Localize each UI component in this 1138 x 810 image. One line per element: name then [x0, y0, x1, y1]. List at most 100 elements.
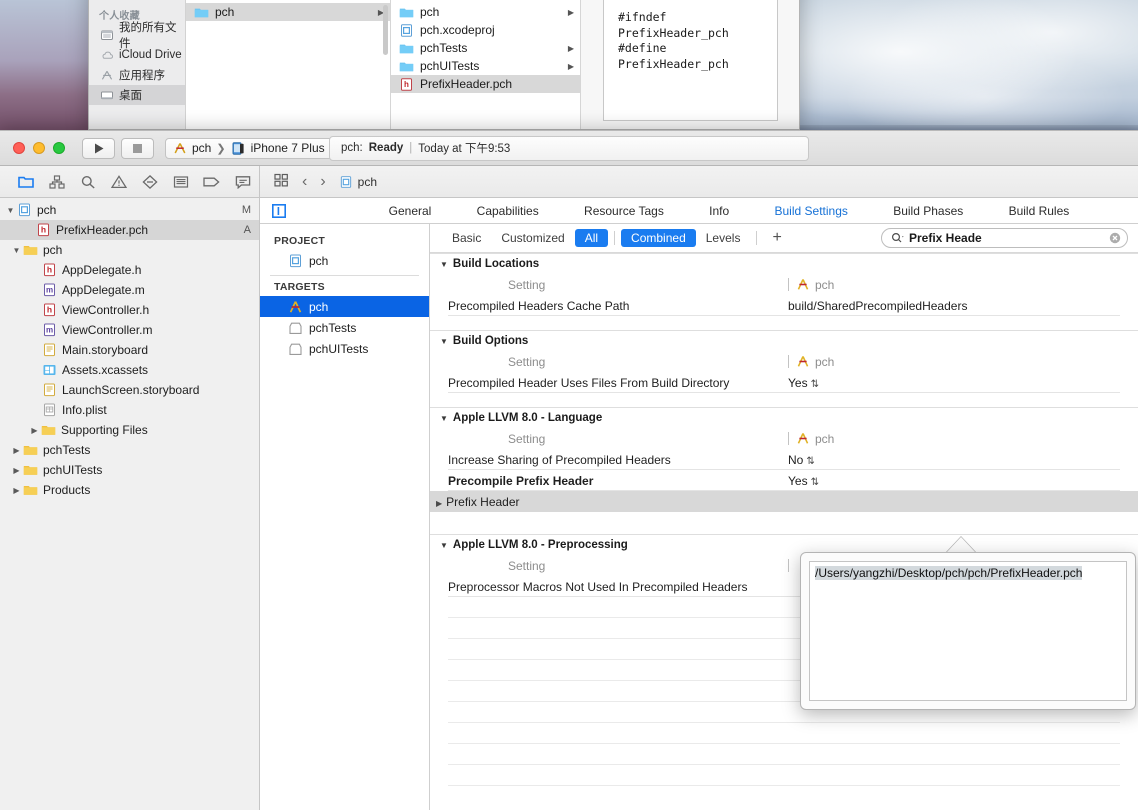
disclosure-right-icon[interactable]: ▶ — [10, 486, 23, 495]
navigator-row-pchuitests[interactable]: ▶ pchUITests — [0, 460, 259, 480]
tab-resource-tags[interactable]: Resource Tags — [582, 204, 666, 218]
tab-build-rules[interactable]: Build Rules — [1007, 204, 1072, 218]
setting-row-increase-sharing-of-precompiled-headers[interactable]: Increase Sharing of Precompiled Headers … — [430, 449, 1138, 470]
filter-combined-button[interactable]: Combined — [621, 229, 696, 247]
navigator-row-prefixheader[interactable]: h PrefixHeader.pch A — [0, 220, 259, 240]
settings-group-header-build-locations[interactable]: ▼ Build Locations — [430, 253, 1138, 274]
filter-basic-button[interactable]: Basic — [442, 229, 491, 247]
disclosure-down-icon[interactable]: ▼ — [440, 414, 448, 423]
target-item-pch[interactable]: pch — [260, 296, 429, 317]
navigator-row-info-plist[interactable]: Info.plist — [0, 400, 259, 420]
setting-value[interactable]: No⇅ — [785, 453, 1138, 467]
setting-name-text: Prefix Header — [446, 495, 519, 509]
navigator-row-pchtests[interactable]: ▶ pchTests — [0, 440, 259, 460]
zoom-button[interactable] — [53, 142, 65, 154]
add-setting-button[interactable]: + — [763, 230, 790, 246]
finder-column2-row[interactable]: pchTests ▶ — [391, 39, 580, 57]
navigator-row-viewcontroller-m[interactable]: m ViewController.m — [0, 320, 259, 340]
disclosure-right-icon[interactable]: ▶ — [436, 499, 442, 508]
tab-info[interactable]: Info — [707, 204, 731, 218]
tab-build-phases[interactable]: Build Phases — [891, 204, 965, 218]
finder-column2-row[interactable]: h PrefixHeader.pch — [391, 75, 580, 93]
filter-levels-button[interactable]: Levels — [696, 229, 751, 247]
back-button[interactable]: ‹ — [302, 173, 307, 191]
stepper-icon[interactable]: ⇅ — [806, 456, 814, 467]
navigator-row-assets-xcassets[interactable]: Assets.xcassets — [0, 360, 259, 380]
tab-general[interactable]: General — [387, 204, 434, 218]
disclosure-down-icon[interactable]: ▼ — [4, 206, 17, 215]
test-navigator-icon[interactable] — [134, 166, 165, 198]
tab-build-settings[interactable]: Build Settings — [773, 204, 850, 218]
stop-button[interactable] — [121, 138, 154, 159]
setting-value[interactable]: build/SharedPrecompiledHeaders — [785, 299, 1138, 313]
debug-navigator-icon[interactable] — [165, 166, 196, 198]
toggle-project-list-button[interactable] — [260, 204, 306, 218]
setting-row-precompiled-header-uses-files-from-build-directory[interactable]: Precompiled Header Uses Files From Build… — [430, 372, 1138, 393]
row-separator — [448, 392, 1120, 393]
report-navigator-icon[interactable] — [227, 166, 258, 198]
project-navigator-icon[interactable] — [10, 166, 41, 198]
navigator-row-appdelegate-m[interactable]: m AppDelegate.m — [0, 280, 259, 300]
navigator-row-main-storyboard[interactable]: Main.storyboard — [0, 340, 259, 360]
finder-item-label: pchUITests — [420, 59, 562, 73]
project-item-pch[interactable]: pch — [260, 250, 429, 271]
finder-column2-row[interactable]: pch.xcodeproj — [391, 21, 580, 39]
navigator-row-launchscreen-storyboard[interactable]: LaunchScreen.storyboard — [0, 380, 259, 400]
setting-row-prefix-header[interactable]: ▶ Prefix Header — [430, 491, 1138, 512]
finder-column1-scrollbar[interactable] — [383, 5, 388, 55]
breakpoint-navigator-icon[interactable] — [196, 166, 227, 198]
stepper-icon[interactable]: ⇅ — [811, 477, 819, 488]
navigator-row-group-pch[interactable]: ▼ pch — [0, 240, 259, 260]
disclosure-down-icon[interactable]: ▼ — [440, 260, 448, 269]
close-button[interactable] — [13, 142, 25, 154]
finder-column2-row[interactable]: pch ▶ — [391, 3, 580, 21]
disclosure-right-icon[interactable]: ▶ — [10, 446, 23, 455]
finder-sidebar-item-desktop[interactable]: 桌面 — [89, 85, 185, 105]
stepper-icon[interactable]: ⇅ — [811, 379, 819, 390]
settings-group-header-build-options[interactable]: ▼ Build Options — [430, 330, 1138, 351]
prefix-header-value-input[interactable]: /Users/yangzhi/Desktop/pch/pch/PrefixHea… — [809, 561, 1127, 701]
folder-icon — [23, 443, 38, 457]
search-input-value[interactable]: Prefix Heade — [909, 231, 1105, 245]
filter-customized-button[interactable]: Customized — [491, 229, 574, 247]
finder-sidebar-item-applications[interactable]: 应用程序 — [89, 65, 185, 85]
scheme-selector[interactable]: pch ❯ iPhone 7 Plus — [165, 138, 335, 159]
disclosure-right-icon[interactable]: ▶ — [10, 466, 23, 475]
xcode-body: ▼ pch M h PrefixHeader.pch A ▼ — [0, 198, 1138, 810]
symbol-navigator-icon[interactable] — [72, 166, 103, 198]
navigator-row-supporting-files[interactable]: ▶ Supporting Files — [0, 420, 259, 440]
setting-value[interactable]: Yes⇅ — [785, 376, 1138, 390]
target-item-label: pchTests — [309, 321, 356, 335]
jump-bar-path[interactable]: pch — [339, 175, 377, 189]
disclosure-down-icon[interactable]: ▼ — [440, 337, 448, 346]
navigator-row-project[interactable]: ▼ pch M — [0, 200, 259, 220]
target-item-pchuitests[interactable]: pchUITests — [260, 338, 429, 359]
setting-row-precompiled-headers-cache-path[interactable]: Precompiled Headers Cache Path build/Sha… — [430, 295, 1138, 316]
app-target-icon — [796, 278, 810, 291]
related-items-icon[interactable] — [274, 173, 289, 190]
setting-row-precompile-prefix-header[interactable]: Precompile Prefix Header Yes⇅ — [430, 470, 1138, 491]
settings-group-header-apple-llvm-language[interactable]: ▼ Apple LLVM 8.0 - Language — [430, 407, 1138, 428]
build-settings-filter-bar: Basic Customized All Combined Levels + — [430, 224, 1138, 253]
build-settings-search-field[interactable]: Prefix Heade — [881, 228, 1128, 248]
setting-value[interactable]: Yes⇅ — [785, 474, 1138, 488]
target-item-pchtests[interactable]: pchTests — [260, 317, 429, 338]
disclosure-down-icon[interactable]: ▼ — [440, 541, 448, 550]
finder-sidebar-item-all-files[interactable]: 我的所有文件 — [89, 25, 185, 45]
minimize-button[interactable] — [33, 142, 45, 154]
clear-icon[interactable] — [1109, 232, 1121, 244]
desktop-wallpaper-sky — [798, 0, 1138, 130]
disclosure-right-icon[interactable]: ▶ — [28, 426, 41, 435]
navigator-row-appdelegate-h[interactable]: h AppDelegate.h — [0, 260, 259, 280]
tab-capabilities[interactable]: Capabilities — [475, 204, 541, 218]
run-button[interactable] — [82, 138, 115, 159]
disclosure-down-icon[interactable]: ▼ — [10, 246, 23, 255]
navigator-row-products[interactable]: ▶ Products — [0, 480, 259, 500]
finder-column2-row[interactable]: pchUITests ▶ — [391, 57, 580, 75]
navigator-row-viewcontroller-h[interactable]: h ViewController.h — [0, 300, 259, 320]
forward-button[interactable]: › — [320, 173, 325, 191]
filter-all-button[interactable]: All — [575, 229, 608, 247]
issue-navigator-icon[interactable] — [103, 166, 134, 198]
finder-column1-row[interactable]: pch ▶ — [186, 3, 390, 21]
source-control-navigator-icon[interactable] — [41, 166, 72, 198]
